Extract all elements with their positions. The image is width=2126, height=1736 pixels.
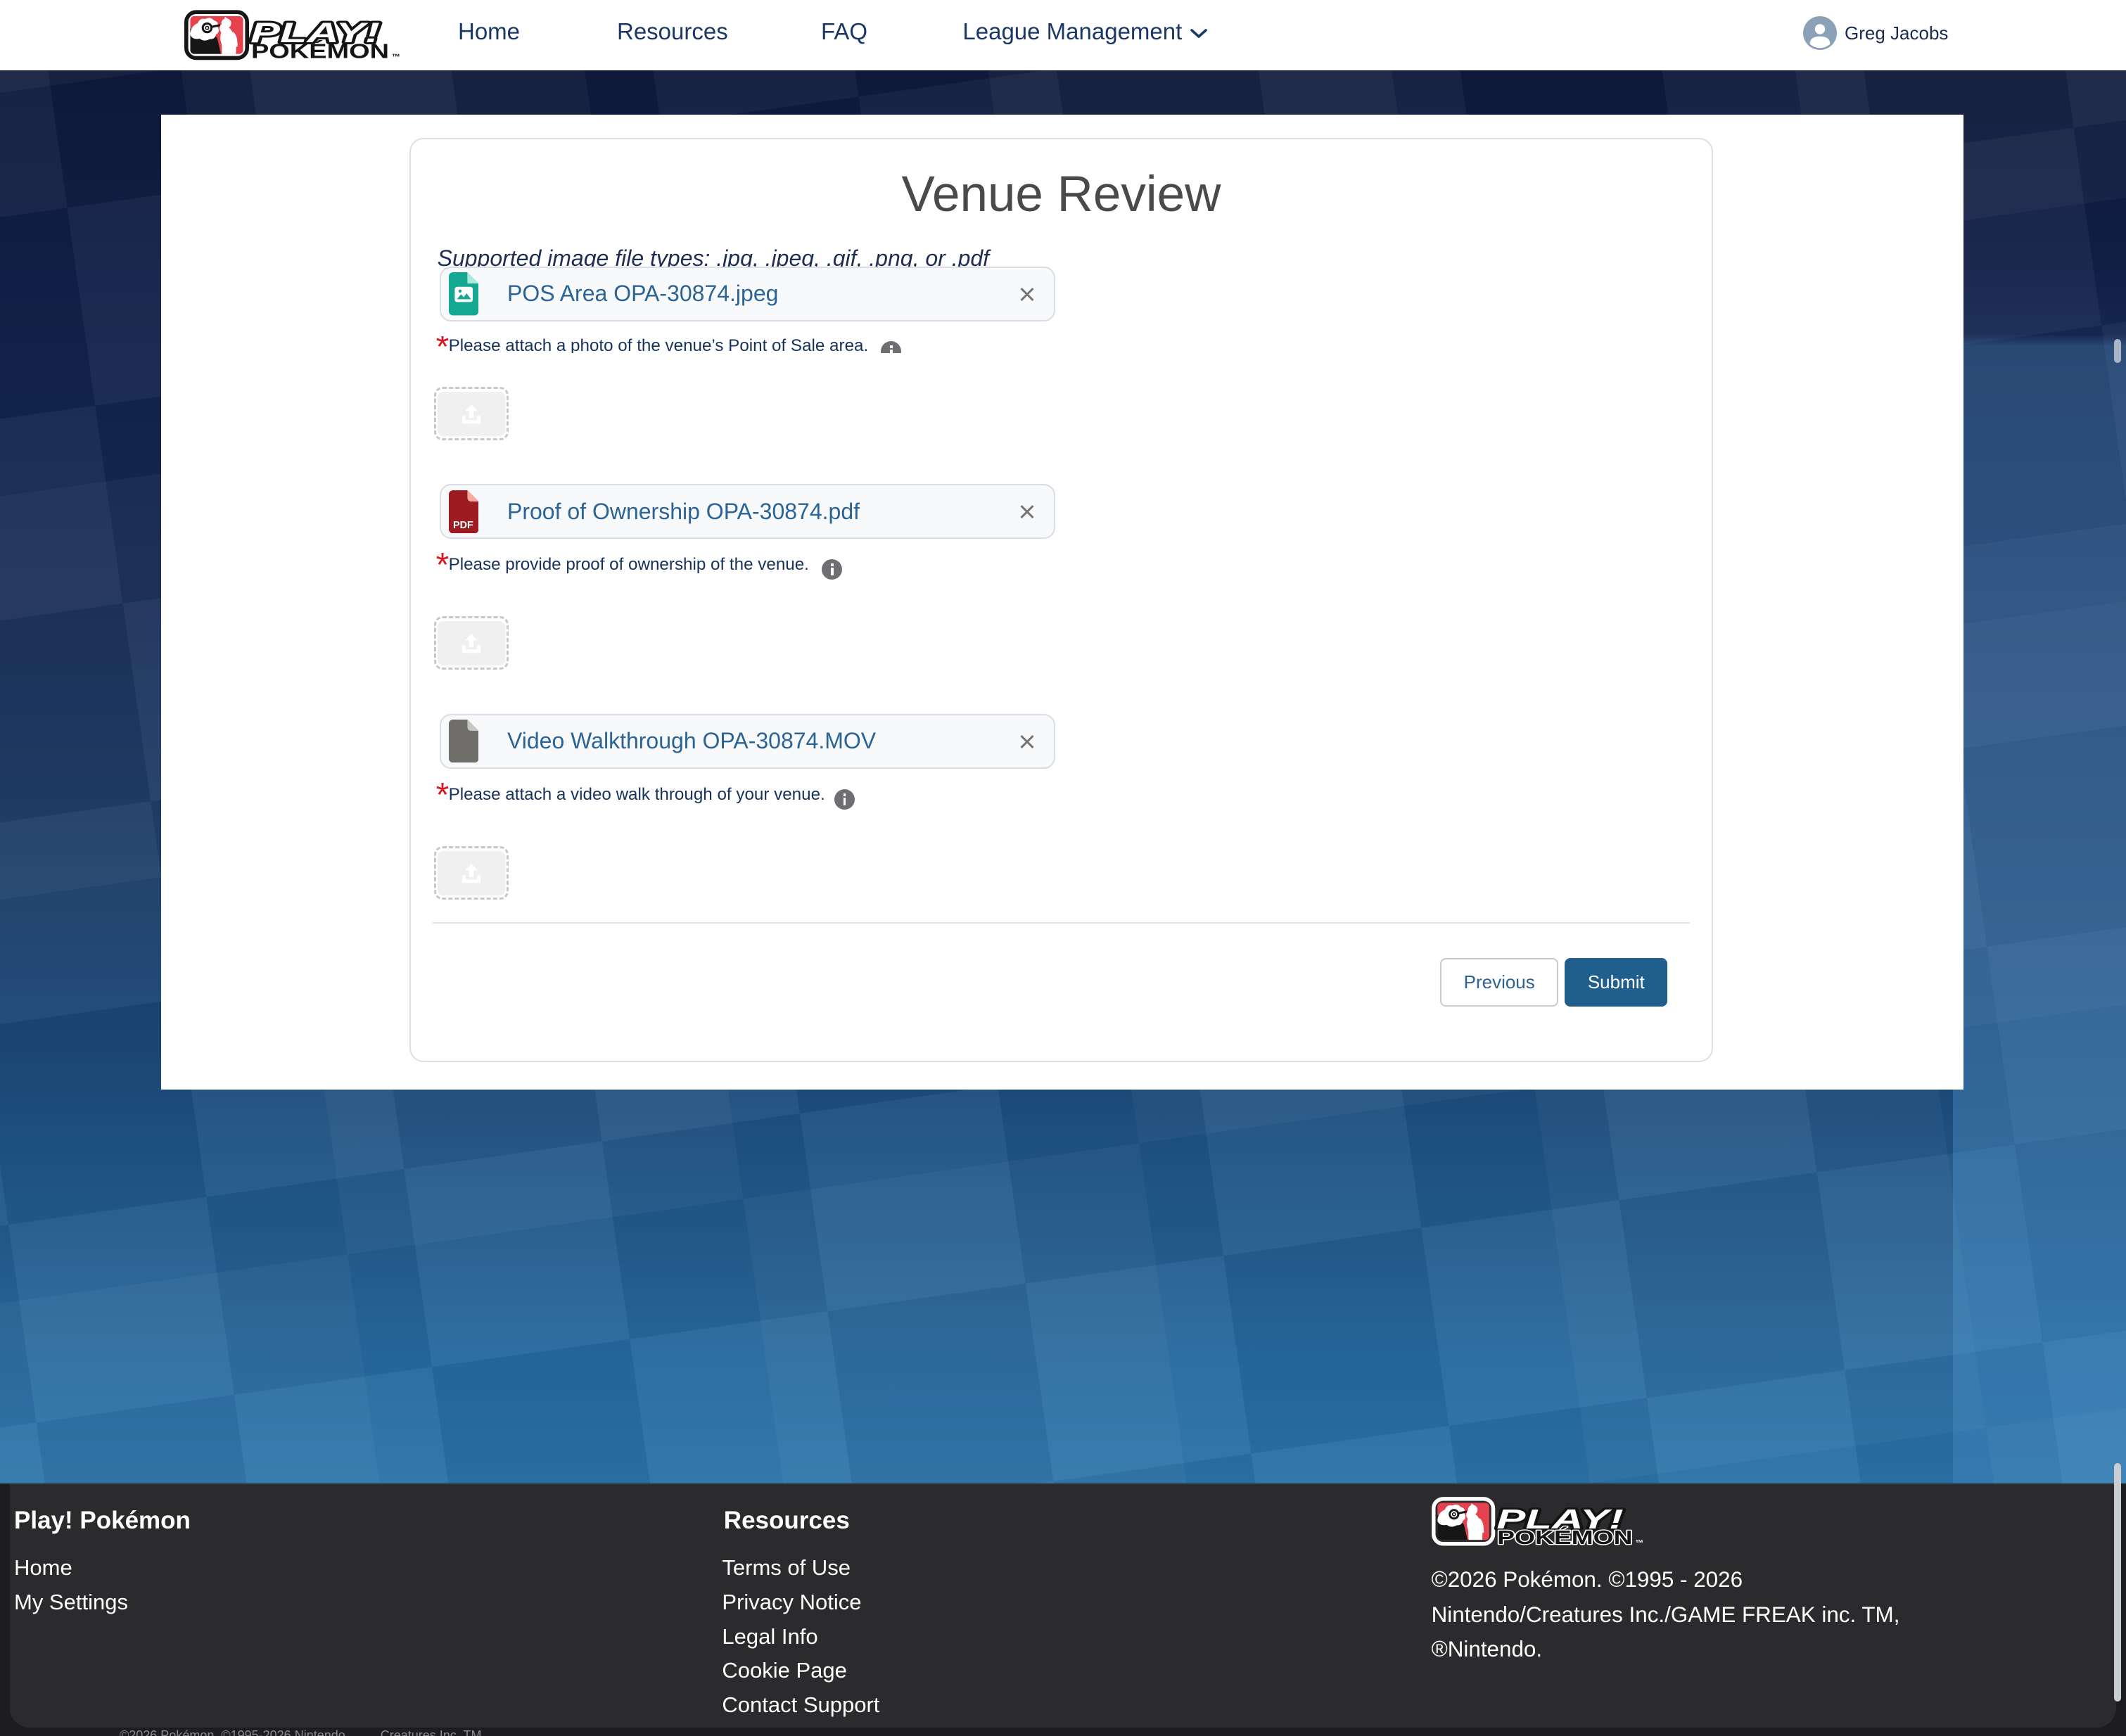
svg-text:POKÉMON: POKÉMON — [251, 40, 389, 60]
svg-text:PDF: PDF — [453, 520, 473, 531]
svg-text:™: ™ — [1635, 1539, 1643, 1547]
svg-text:POKÉMON: POKÉMON — [1497, 1526, 1632, 1547]
svg-text:™: ™ — [392, 52, 400, 60]
